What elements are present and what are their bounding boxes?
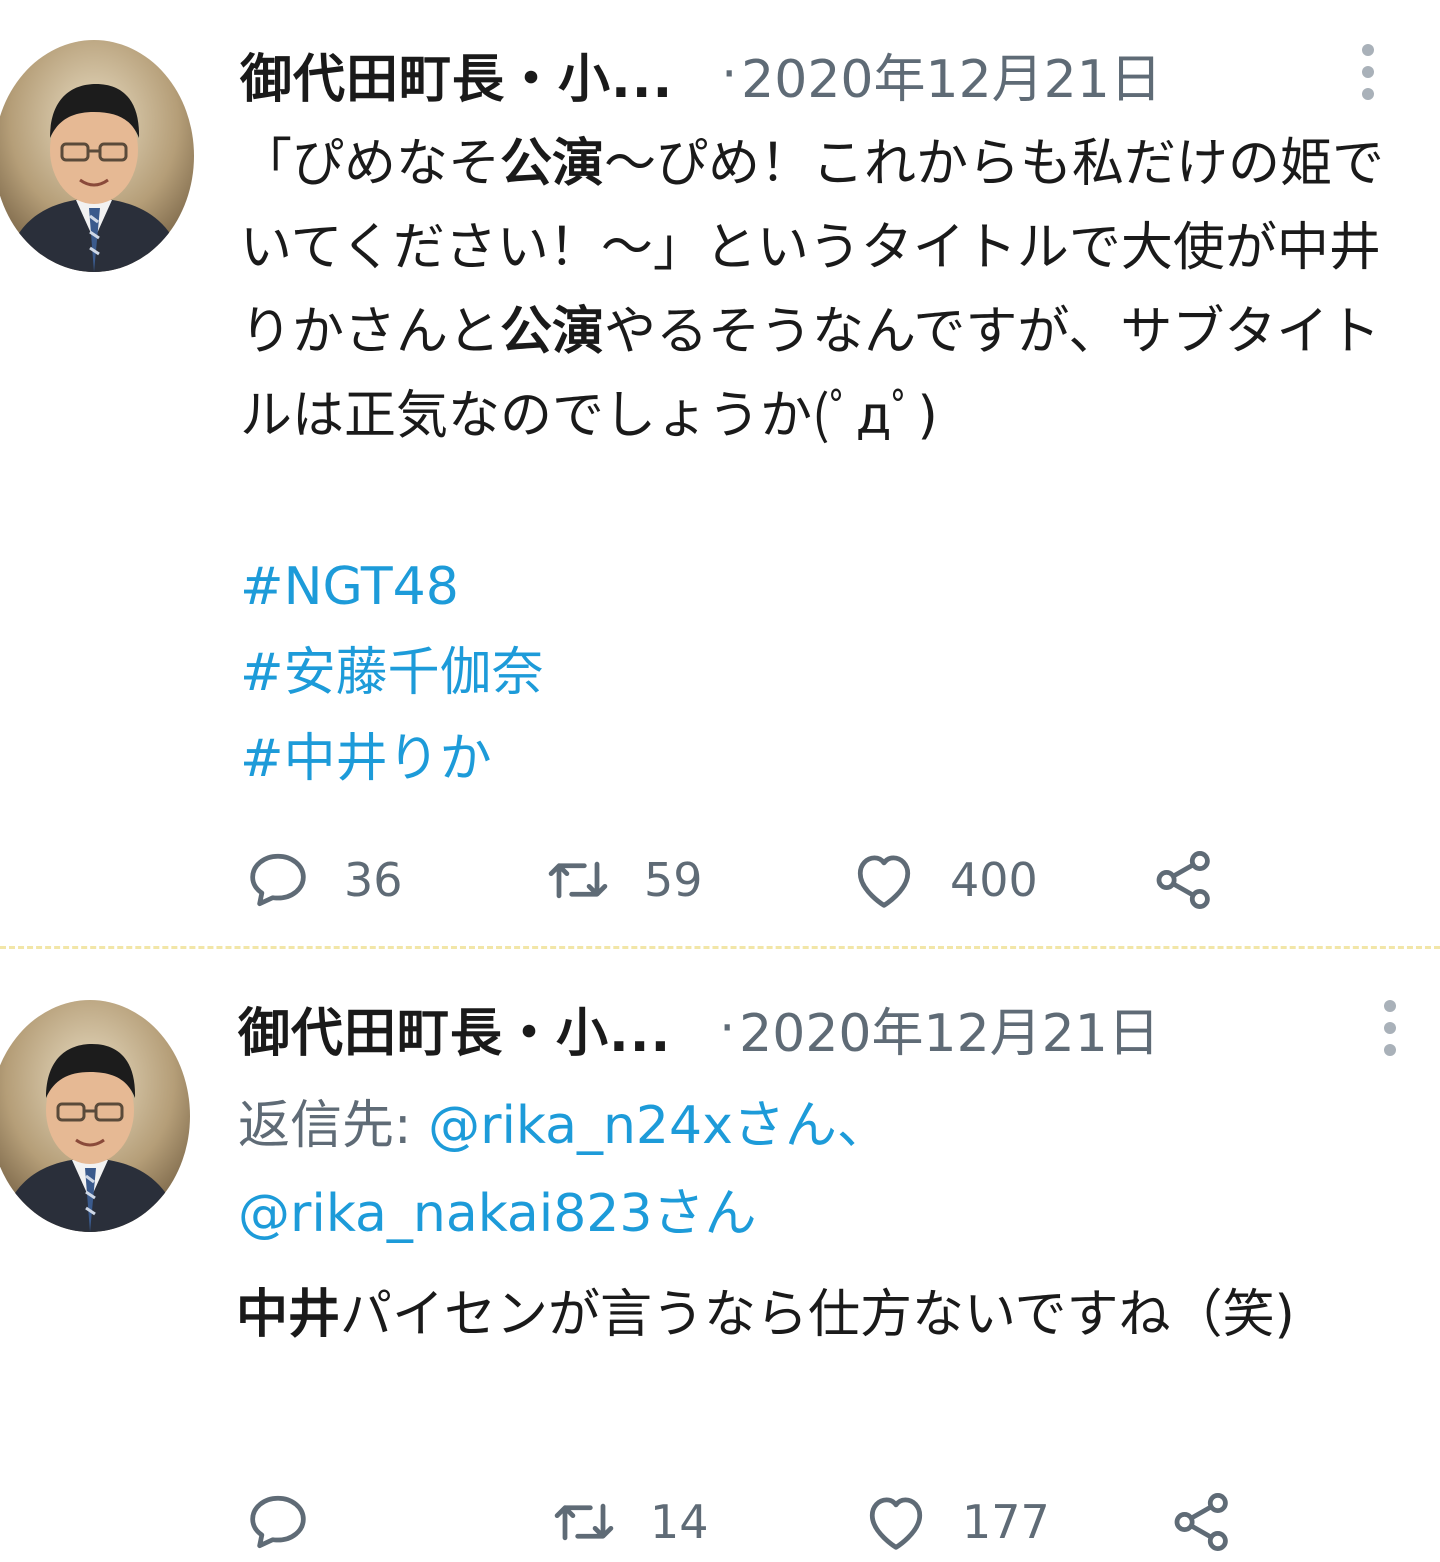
reply-icon: [250, 1495, 306, 1549]
more-vertical-icon[interactable]: [1358, 44, 1378, 100]
mention-link[interactable]: @rika_nakai823さん: [238, 1184, 756, 1244]
mention-separator: 、: [836, 1096, 889, 1156]
text-segment-bold: 中井: [236, 1285, 341, 1345]
retweet-button[interactable]: 59: [540, 840, 703, 920]
reply-button[interactable]: [240, 1482, 344, 1562]
share-icon: [1156, 851, 1210, 909]
tweet-header: 御代田町長・小... · 2020年12月21日: [238, 988, 1160, 1068]
tweet-date[interactable]: 2020年12月21日: [739, 991, 1160, 1066]
hashtag-list: #NGT48 #安藤千伽奈 #中井りか: [240, 544, 544, 802]
share-button[interactable]: [1164, 1482, 1240, 1562]
tweet[interactable]: 御代田町長・小... · 2020年12月21日 返信先: @rika_n24x…: [0, 952, 1440, 1551]
tweet-header: 御代田町長・小... · 2020年12月21日: [240, 34, 1162, 114]
reply-count: 36: [344, 853, 403, 907]
retweet-count: 14: [650, 1495, 709, 1549]
share-icon: [1174, 1493, 1228, 1551]
text-segment-bold: 公演: [500, 134, 605, 194]
like-count: 400: [950, 853, 1038, 907]
hashtag-link[interactable]: #安藤千伽奈: [240, 630, 544, 716]
tweet-divider: [0, 946, 1440, 949]
text-segment: 「ぴめなそ: [240, 134, 501, 194]
mention-link[interactable]: @rika_n24xさん: [428, 1096, 837, 1156]
hashtag-link[interactable]: #NGT48: [240, 544, 544, 630]
avatar[interactable]: [0, 40, 194, 272]
text-segment-bold: 公演: [500, 302, 605, 362]
tweet-text: 中井パイセンが言うなら仕方ないですね（笑): [236, 1272, 1426, 1358]
hashtag-link[interactable]: #中井りか: [240, 716, 544, 802]
like-icon: [857, 855, 911, 908]
retweet-count: 59: [644, 853, 703, 907]
action-bar: 14 177: [240, 1482, 1340, 1562]
avatar-photo: [0, 40, 194, 272]
like-button[interactable]: 177: [858, 1482, 1050, 1562]
tweet-text: 「ぴめなそ公演〜ぴめ！これからも私だけの姫でいてください！〜」というタイトルで大…: [240, 122, 1410, 458]
display-name[interactable]: 御代田町長・小...: [240, 37, 673, 112]
avatar[interactable]: [0, 1000, 190, 1232]
share-button[interactable]: [1146, 840, 1222, 920]
reply-icon: [250, 853, 306, 907]
reply-button[interactable]: 36: [240, 840, 403, 920]
like-icon: [869, 1497, 923, 1550]
like-count: 177: [962, 1495, 1050, 1549]
retweet-button[interactable]: 14: [546, 1482, 709, 1562]
more-vertical-icon[interactable]: [1380, 1000, 1400, 1056]
like-button[interactable]: 400: [846, 840, 1038, 920]
separator: ·: [721, 45, 738, 103]
tweet-date[interactable]: 2020年12月21日: [741, 37, 1162, 112]
separator: ·: [719, 999, 736, 1057]
display-name[interactable]: 御代田町長・小...: [238, 991, 671, 1066]
avatar-photo: [0, 1000, 190, 1232]
tweet[interactable]: 御代田町長・小... · 2020年12月21日 「ぴめなそ公演〜ぴめ！これから…: [0, 0, 1440, 948]
retweet-icon: [554, 1503, 614, 1541]
action-bar: 36 59 400: [240, 840, 1340, 920]
reply-to: 返信先: @rika_n24xさん、 @rika_nakai823さん: [238, 1082, 1418, 1258]
text-segment: パイセンが言うなら仕方ないですね（笑): [340, 1285, 1295, 1345]
retweet-icon: [548, 861, 608, 899]
reply-to-label: 返信先:: [238, 1096, 429, 1156]
